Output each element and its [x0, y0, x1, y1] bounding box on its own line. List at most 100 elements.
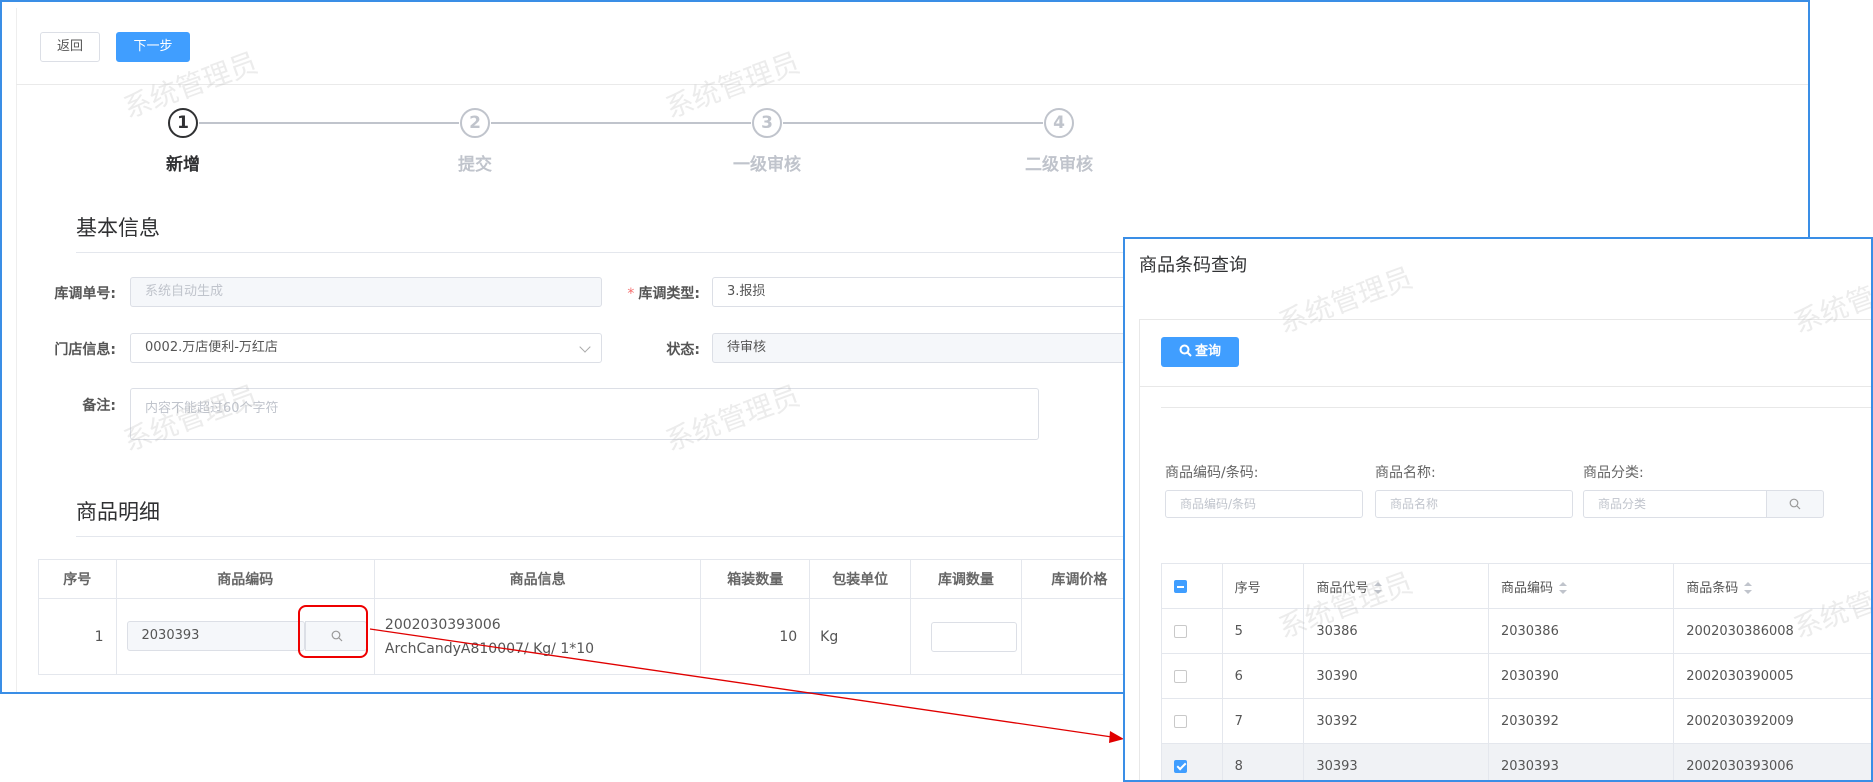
step-connector	[491, 122, 751, 124]
table-header-row: 序号 商品编码 商品信息 箱装数量 包装单位 库调数量 库调价格	[38, 559, 1139, 599]
step-1-title: 新增	[166, 155, 200, 175]
select-all-checkbox[interactable]	[1174, 579, 1187, 593]
annotation-highlight	[298, 605, 368, 658]
code-input[interactable]: 2030393	[126, 621, 305, 651]
table-row: 1 2030393 2002030393006 ArchCandyA810007…	[38, 598, 1139, 675]
filter-name-label: 商品名称:	[1375, 465, 1436, 481]
row-barcode: 2002030393006	[1673, 743, 1871, 780]
filter-category-input[interactable]: 商品分类	[1583, 490, 1767, 518]
chevron-down-icon	[579, 341, 591, 353]
store-label: 门店信息:	[54, 342, 116, 358]
row-checkbox-cell	[1161, 653, 1223, 699]
filter-code-label: 商品编码/条码:	[1165, 465, 1259, 481]
row-product-no: 30393	[1303, 743, 1489, 780]
section-divider	[76, 252, 1126, 253]
column-header: 商品编码	[115, 559, 375, 599]
product-detail-title: 商品明细	[76, 500, 160, 524]
column-header-product-no[interactable]: 商品代号	[1303, 563, 1489, 609]
table-row[interactable]: 7 30392 2030392 2002030392009	[1161, 698, 1871, 744]
column-header: 库调数量	[910, 559, 1022, 599]
store-select[interactable]: 0002.万店便利-万红店	[130, 333, 602, 363]
table-header-row: 序号 商品代号 商品编码 商品条码	[1161, 563, 1871, 609]
product-table: 序号 商品编码 商品信息 箱装数量 包装单位 库调数量 库调价格 1 20303…	[38, 559, 1139, 675]
toolbar-divider	[16, 84, 1808, 85]
row-product-no: 30386	[1303, 608, 1489, 654]
adjust-price-cell	[1020, 598, 1139, 675]
step-4-title: 二级审核	[1025, 155, 1093, 175]
select-all-cell	[1161, 563, 1223, 609]
order-no-input[interactable]: 系统自动生成	[130, 277, 602, 307]
sort-icon[interactable]	[1374, 582, 1383, 594]
adjust-qty-input[interactable]	[931, 622, 1018, 652]
order-no-label: 库调单号:	[54, 286, 116, 302]
row-checkbox[interactable]	[1174, 669, 1187, 683]
table-row-selected[interactable]: 8 30393 2030393 2002030393006	[1161, 743, 1871, 780]
row-checkbox-cell	[1161, 698, 1223, 744]
row-index: 8	[1221, 743, 1305, 780]
query-button[interactable]: 查询	[1161, 337, 1239, 367]
info-barcode: 2002030393006	[384, 616, 501, 633]
arrow-head	[1109, 731, 1124, 743]
column-header: 序号	[38, 559, 117, 599]
section-divider	[76, 536, 1126, 537]
barcode-query-dialog: 商品条码查询 查询 商品编码/条码: 商品编码/条码 商品名称: 商品名称 商品…	[1123, 237, 1873, 782]
row-barcode: 2002030392009	[1673, 698, 1871, 744]
row-product-no: 30390	[1303, 653, 1489, 699]
store-value: 0002.万店便利-万红店	[145, 340, 278, 355]
dialog-divider	[1161, 407, 1871, 408]
column-header-barcode[interactable]: 商品条码	[1673, 563, 1871, 609]
search-icon	[1789, 498, 1801, 510]
info-cell: 2002030393006 ArchCandyA810007/ Kg/ 1*10	[373, 598, 702, 675]
column-label: 商品代号	[1316, 580, 1369, 596]
row-checkbox[interactable]	[1174, 714, 1187, 728]
sort-icon[interactable]	[1744, 582, 1753, 594]
box-qty-cell: 10	[700, 598, 811, 675]
column-header: 序号	[1221, 563, 1305, 609]
row-checkbox[interactable]	[1174, 759, 1187, 773]
table-row[interactable]: 6 30390 2030390 2002030390005	[1161, 653, 1871, 699]
step-connector	[783, 122, 1043, 124]
row-code: 2030390	[1487, 653, 1675, 699]
back-button[interactable]: 返回	[40, 32, 100, 62]
type-label: * 库调类型:	[600, 283, 700, 303]
step-1-icon: 1	[168, 108, 198, 138]
unit-cell: Kg	[809, 598, 912, 675]
column-header: 包装单位	[809, 559, 912, 599]
type-input[interactable]: 3.报损	[712, 277, 1132, 307]
step-2-icon: 2	[460, 108, 490, 138]
column-header: 箱装数量	[700, 559, 811, 599]
query-button-label: 查询	[1194, 344, 1221, 359]
row-barcode: 2002030386008	[1673, 608, 1871, 654]
column-header-code[interactable]: 商品编码	[1487, 563, 1675, 609]
filter-code-input[interactable]: 商品编码/条码	[1165, 490, 1363, 518]
filter-category-label: 商品分类:	[1583, 465, 1644, 481]
remark-label: 备注:	[82, 398, 116, 414]
type-label-text: 库调类型:	[638, 286, 700, 302]
row-index: 7	[1221, 698, 1305, 744]
table-row[interactable]: 5 30386 2030386 2002030386008	[1161, 608, 1871, 654]
status-input[interactable]: 待审核	[712, 333, 1132, 363]
status-label: 状态:	[666, 342, 700, 358]
step-connector	[199, 122, 459, 124]
row-checkbox-cell	[1161, 743, 1223, 780]
row-checkbox-cell	[1161, 608, 1223, 654]
info-description: ArchCandyA810007/ Kg/ 1*10	[384, 640, 595, 657]
step-3-title: 一级审核	[733, 155, 801, 175]
row-code: 2030393	[1487, 743, 1675, 780]
dialog-title: 商品条码查询	[1139, 255, 1247, 276]
adjust-qty-cell	[910, 598, 1022, 675]
row-product-no: 30392	[1303, 698, 1489, 744]
row-checkbox[interactable]	[1174, 624, 1187, 638]
filter-name-input[interactable]: 商品名称	[1375, 490, 1573, 518]
barcode-table: 序号 商品代号 商品编码 商品条码 5 30386 2030386 200203…	[1161, 563, 1871, 780]
sort-icon[interactable]	[1558, 582, 1567, 594]
dialog-divider	[1139, 386, 1871, 387]
next-button[interactable]: 下一步	[116, 32, 190, 62]
category-search-button[interactable]	[1766, 490, 1824, 518]
step-3-icon: 3	[752, 108, 782, 138]
remark-textarea[interactable]: 内容不能超过60个字符	[130, 388, 1039, 440]
table-bottom-line	[38, 692, 1138, 693]
row-index: 5	[1221, 608, 1305, 654]
column-header: 商品信息	[373, 559, 702, 599]
row-index: 1	[38, 598, 117, 675]
